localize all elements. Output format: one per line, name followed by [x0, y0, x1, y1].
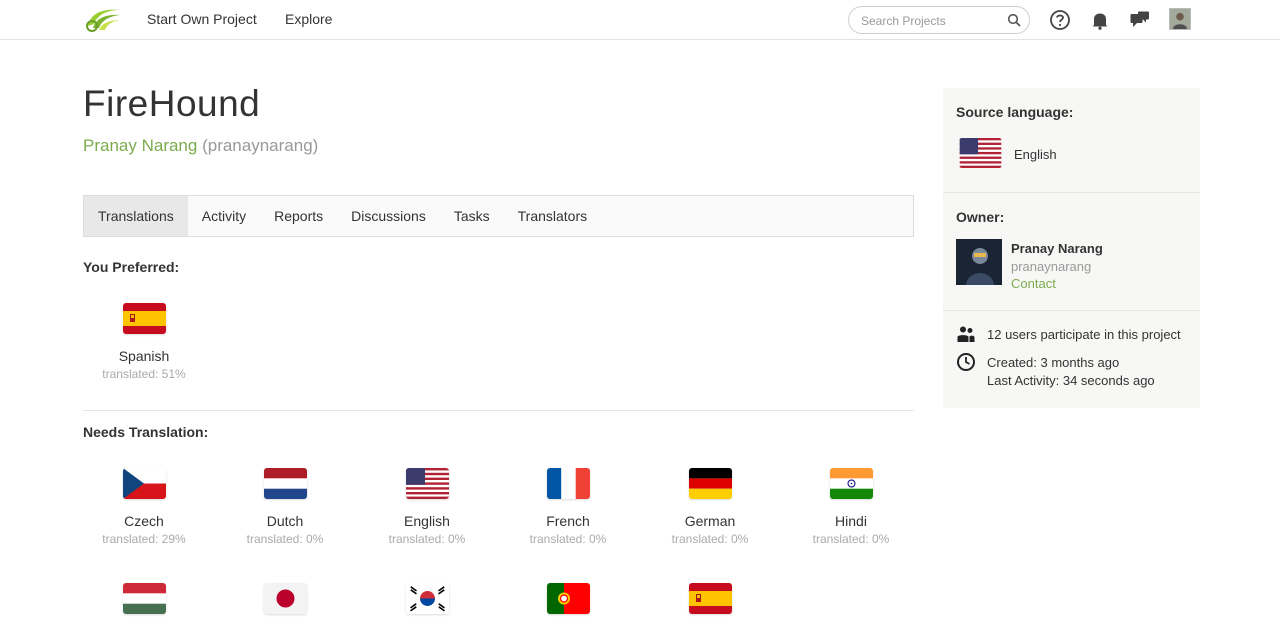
search-icon[interactable] [1007, 13, 1021, 27]
germany-flag-icon [688, 468, 732, 499]
language-card-czech[interactable]: Czech translated: 29% [83, 468, 205, 546]
hungary-flag-icon [122, 583, 166, 614]
language-card-hungarian[interactable] [83, 583, 205, 628]
language-name: Dutch [266, 513, 304, 529]
language-card-german[interactable]: German translated: 0% [649, 468, 771, 546]
language-progress: translated: 0% [812, 532, 890, 546]
spain-flag-icon [122, 303, 166, 334]
tab-activity[interactable]: Activity [188, 196, 260, 236]
language-card-dutch[interactable]: Dutch translated: 0% [224, 468, 346, 546]
language-name: Spanish [118, 348, 170, 364]
section-divider [83, 410, 914, 411]
language-card-spanish-2[interactable] [649, 583, 771, 628]
tab-discussions[interactable]: Discussions [337, 196, 440, 236]
owner-username: pranaynarang [1011, 259, 1092, 274]
contact-link[interactable]: Contact [1011, 276, 1056, 291]
language-progress: translated: 0% [246, 532, 324, 546]
korea-flag-icon [405, 583, 449, 614]
sidebar-divider [943, 192, 1200, 193]
spain-flag-icon [688, 583, 732, 614]
portugal-flag-icon [546, 583, 590, 614]
nav-explore[interactable]: Explore [285, 11, 332, 27]
top-navigation-bar: Start Own Project Explore [0, 0, 1280, 40]
participants-count: 12 users participate in this project [987, 327, 1181, 342]
language-card-spanish[interactable]: Spanish translated: 51% [83, 303, 205, 381]
japan-flag-icon [263, 583, 307, 614]
language-progress: translated: 0% [388, 532, 466, 546]
language-card-japanese[interactable] [224, 583, 346, 628]
help-icon[interactable] [1049, 9, 1071, 31]
india-flag-icon [829, 468, 873, 499]
project-owner-line: Pranay Narang (pranaynarang) [83, 136, 318, 156]
language-card-korean[interactable] [366, 583, 488, 628]
language-name: Hindi [835, 513, 867, 529]
language-name: French [546, 513, 590, 529]
tab-translators[interactable]: Translators [504, 196, 602, 236]
page-title: FireHound [83, 83, 261, 124]
usa-flag-icon [959, 138, 1002, 168]
france-flag-icon [546, 468, 590, 499]
language-progress: translated: 29% [102, 532, 186, 546]
owner-name-link[interactable]: Pranay Narang [83, 136, 197, 155]
tab-tasks[interactable]: Tasks [440, 196, 504, 236]
owner-name[interactable]: Pranay Narang [1011, 241, 1103, 256]
language-progress: translated: 0% [529, 532, 607, 546]
language-progress: translated: 51% [102, 367, 186, 381]
tab-translations[interactable]: Translations [84, 196, 188, 236]
language-name: Czech [124, 513, 164, 529]
owner-avatar[interactable] [956, 239, 1002, 285]
clock-icon [957, 353, 975, 371]
bell-icon[interactable] [1089, 9, 1111, 31]
language-progress: translated: 0% [671, 532, 749, 546]
search-box [848, 6, 1030, 34]
owner-label: Owner: [956, 209, 1005, 225]
last-activity: Last Activity: 34 seconds ago [987, 373, 1155, 388]
chat-icon[interactable] [1129, 9, 1151, 31]
project-info-sidebar: Source language: English Owner: Pranay N… [943, 88, 1200, 408]
source-language-label: Source language: [956, 104, 1074, 120]
language-name: German [684, 513, 736, 529]
language-card-hindi[interactable]: Hindi translated: 0% [790, 468, 912, 546]
logo-icon[interactable] [84, 4, 122, 34]
needs-translation-heading: Needs Translation: [83, 424, 209, 440]
usa-flag-icon [405, 468, 449, 499]
language-card-french[interactable]: French translated: 0% [507, 468, 629, 546]
nav-start-own-project[interactable]: Start Own Project [147, 11, 257, 27]
preferred-heading: You Preferred: [83, 259, 180, 275]
project-tabs: Translations Activity Reports Discussion… [83, 195, 914, 237]
owner-username: (pranaynarang) [202, 136, 319, 155]
tab-reports[interactable]: Reports [260, 196, 337, 236]
user-avatar[interactable] [1169, 8, 1191, 30]
source-language-value: English [1014, 147, 1057, 162]
netherlands-flag-icon [263, 468, 307, 499]
language-card-portuguese[interactable] [507, 583, 629, 628]
language-name: English [404, 513, 450, 529]
sidebar-divider [943, 310, 1200, 311]
search-input[interactable] [861, 12, 1001, 30]
created-date: Created: 3 months ago [987, 355, 1120, 370]
czech-flag-icon [122, 468, 166, 499]
language-card-english[interactable]: English translated: 0% [366, 468, 488, 546]
users-icon [957, 326, 975, 342]
